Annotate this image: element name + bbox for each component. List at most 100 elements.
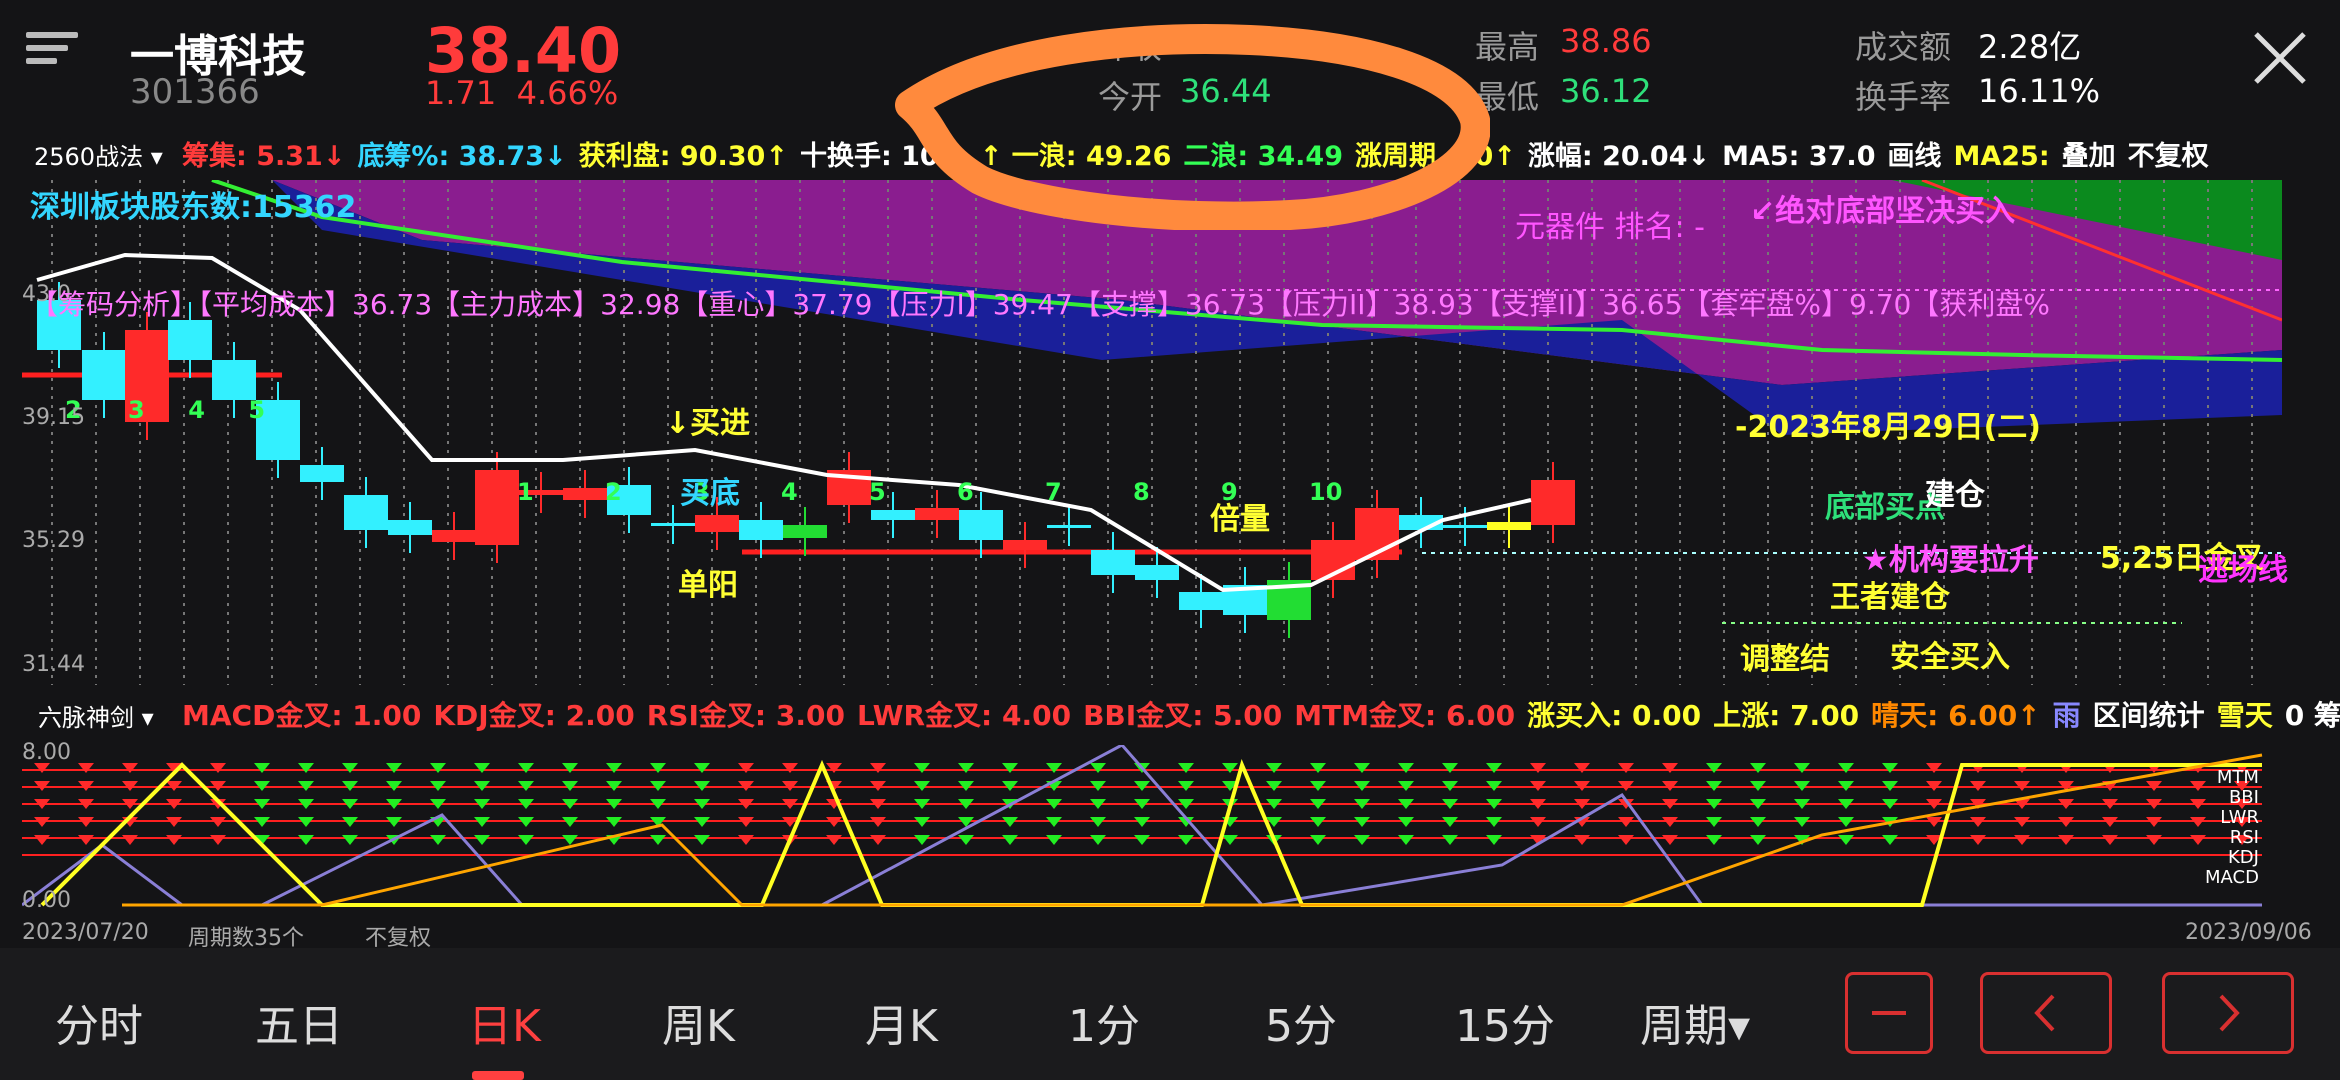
indicator-item: 涨幅: 20.04↓ bbox=[1527, 141, 1711, 172]
candle bbox=[783, 525, 827, 538]
indicator-item: 雨 bbox=[2052, 699, 2081, 732]
candle bbox=[168, 320, 212, 360]
signal-arrow bbox=[1222, 763, 1238, 773]
sequence-number: 6 bbox=[957, 478, 974, 506]
indicator-item: KDJ金叉: 2.00 bbox=[433, 699, 635, 732]
indicator-item: RSI金叉: 3.00 bbox=[646, 699, 845, 732]
signal-arrow bbox=[1398, 835, 1414, 845]
adjust-note: 调整结 bbox=[1740, 642, 1830, 677]
sub-y-bottom: 0.00 bbox=[22, 888, 71, 913]
signal-arrow bbox=[1750, 835, 1766, 845]
signal-arrow bbox=[1354, 835, 1370, 845]
line-series bbox=[122, 753, 2263, 907]
indicator-item: 画线 bbox=[1887, 141, 1942, 172]
signal-arrow bbox=[1882, 835, 1898, 845]
signal-arrow bbox=[34, 835, 50, 845]
signal-arrow bbox=[1442, 763, 1458, 773]
candle bbox=[651, 523, 695, 526]
sub-series-label: MTM bbox=[2216, 767, 2259, 788]
signal-arrow bbox=[1838, 763, 1854, 773]
tab-2[interactable]: 日K bbox=[468, 990, 541, 1054]
sub-right-labels: MTM BBI LWR RSI KDJ MACD bbox=[2205, 768, 2259, 888]
signal-arrow bbox=[1706, 763, 1722, 773]
single-yang-note: 单阳 bbox=[678, 568, 738, 603]
signal-arrow bbox=[122, 835, 138, 845]
sequence-number: 3 bbox=[128, 396, 145, 424]
signal-arrow bbox=[1926, 763, 1942, 773]
signal-arrow bbox=[1178, 835, 1194, 845]
indicator-item: 底筹%: 38.73↓ bbox=[357, 141, 567, 172]
indicator-item: MA5: 37.0 bbox=[1722, 141, 1876, 172]
indicator-item: 叠加 bbox=[2061, 141, 2116, 172]
signal-arrow bbox=[1618, 763, 1634, 773]
signal-arrow bbox=[1222, 835, 1238, 845]
price-change: 1.71 4.66% bbox=[425, 74, 619, 112]
indicator-item: 晴天: 6.00↑ bbox=[1871, 699, 2041, 732]
candle bbox=[344, 495, 388, 530]
signal-arrow bbox=[1662, 835, 1678, 845]
candle bbox=[212, 360, 256, 400]
candle bbox=[739, 520, 783, 540]
signal-arrow bbox=[650, 763, 666, 773]
sub-series-label: LWR bbox=[2220, 807, 2259, 828]
signal-arrow bbox=[78, 835, 94, 845]
signal-arrow bbox=[1310, 763, 1326, 773]
signal-arrow bbox=[958, 835, 974, 845]
signal-arrow bbox=[1266, 763, 1282, 773]
tab-1[interactable]: 五日 bbox=[255, 990, 343, 1054]
signal-arrow bbox=[298, 835, 314, 845]
safe-buy: 安全买入 bbox=[1890, 640, 2010, 675]
signal-arrow bbox=[1618, 835, 1634, 845]
signal-arrow bbox=[474, 835, 490, 845]
tab-4[interactable]: 月K bbox=[865, 990, 938, 1054]
prev-button[interactable] bbox=[1980, 972, 2112, 1054]
sub-indicator-selector[interactable]: 六脉神剑 ▾ bbox=[38, 698, 154, 733]
indicator-item: 雪天 bbox=[2216, 699, 2273, 732]
signal-arrow bbox=[1178, 763, 1194, 773]
signal-arrow bbox=[1970, 835, 1986, 845]
signal-arrow bbox=[1486, 835, 1502, 845]
signal-arrow bbox=[518, 763, 534, 773]
signal-arrow bbox=[914, 763, 930, 773]
signal-arrow bbox=[606, 763, 622, 773]
signal-arrow bbox=[562, 763, 578, 773]
tab-3[interactable]: 周K bbox=[662, 990, 735, 1054]
active-tab-indicator bbox=[472, 1071, 524, 1080]
sub-series-label: MACD bbox=[2205, 867, 2259, 888]
signal-arrow bbox=[1046, 835, 1062, 845]
indicator-item: MTM金叉: 6.00 bbox=[1294, 699, 1516, 732]
candle bbox=[1531, 480, 1575, 525]
signal-arrow bbox=[1002, 835, 1018, 845]
close-icon[interactable] bbox=[2250, 28, 2310, 88]
sequence-number: 4 bbox=[188, 396, 205, 424]
sub-indicator-strip: MACD金叉: 1.00 KDJ金叉: 2.00 RSI金叉: 3.00 LWR金叉:… bbox=[182, 694, 2340, 734]
zoom-out-button[interactable] bbox=[1845, 972, 1933, 1054]
signal-arrow bbox=[826, 835, 842, 845]
signal-arrow bbox=[870, 763, 886, 773]
signal-arrow bbox=[342, 835, 358, 845]
sequence-number: 8 bbox=[1133, 478, 1150, 506]
signal-arrow bbox=[914, 835, 930, 845]
tab-0[interactable]: 分时 bbox=[55, 990, 143, 1054]
tab-5[interactable]: 1分 bbox=[1068, 990, 1140, 1054]
six-pulse-chart[interactable] bbox=[22, 745, 2282, 910]
tab-6[interactable]: 5分 bbox=[1265, 990, 1337, 1054]
signal-arrow bbox=[694, 835, 710, 845]
signal-arrow bbox=[1398, 763, 1414, 773]
sequence-number: 7 bbox=[1045, 478, 1062, 506]
signal-arrow bbox=[1706, 835, 1722, 845]
candle bbox=[1135, 565, 1179, 580]
stock-code: 301366 bbox=[130, 72, 260, 112]
candle bbox=[1091, 550, 1135, 575]
strategy-selector[interactable]: 2560战法 ▾ bbox=[34, 137, 163, 172]
candle bbox=[432, 530, 476, 542]
tab-7[interactable]: 15分 bbox=[1455, 990, 1555, 1054]
signal-arrow bbox=[210, 835, 226, 845]
next-button[interactable] bbox=[2162, 972, 2294, 1054]
menu-icon[interactable] bbox=[26, 32, 78, 74]
exit-line: 逃场线 bbox=[2198, 553, 2288, 588]
tab-8[interactable]: 周期▾ bbox=[1640, 990, 1750, 1054]
sector-rank: 元器件 排名: - bbox=[1515, 210, 1706, 245]
shareholders-banner: 深圳板块股东数:15362 bbox=[30, 190, 357, 225]
signal-arrow bbox=[2058, 835, 2074, 845]
